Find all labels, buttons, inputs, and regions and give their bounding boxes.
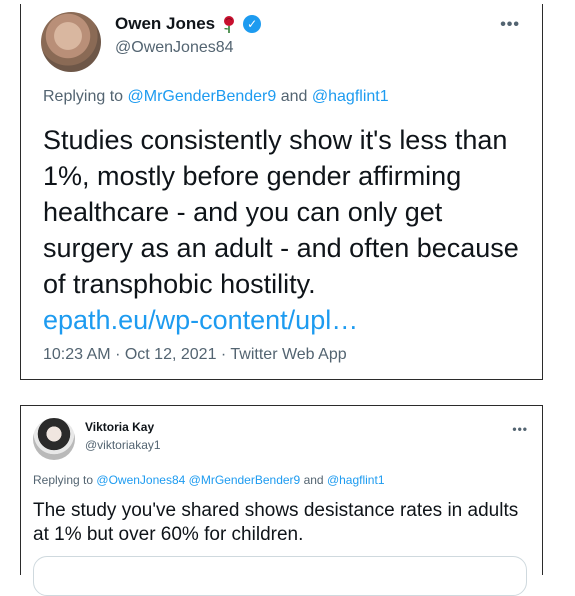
- tweet-link[interactable]: epath.eu/wp-content/upl…: [43, 302, 533, 338]
- reply-mention-link[interactable]: @MrGenderBender9: [189, 473, 301, 487]
- meta-separator: ·: [115, 346, 121, 363]
- tweet-body: Studies consistently show it's less than…: [43, 125, 519, 299]
- tweet-time[interactable]: 10:23 AM: [43, 346, 111, 363]
- tweet-card-owen[interactable]: Owen Jones ✓ @OwenJones84 ••• Replying t…: [20, 4, 543, 380]
- avatar[interactable]: [33, 418, 75, 460]
- reply-mention-link[interactable]: @OwenJones84: [96, 473, 185, 487]
- replying-to: Replying to @MrGenderBender9 and @hagfli…: [43, 88, 389, 106]
- author-row: Viktoria Kay: [85, 420, 154, 434]
- more-options-icon[interactable]: •••: [512, 422, 528, 436]
- author-name[interactable]: Owen Jones: [115, 14, 215, 34]
- quoted-link-card[interactable]: [33, 556, 527, 596]
- tweet-body: The study you've shared shows desistance…: [33, 500, 519, 545]
- replying-prefix: Replying to: [33, 473, 94, 487]
- tweet-source[interactable]: Twitter Web App: [230, 346, 346, 363]
- replying-prefix: Replying to: [43, 88, 124, 105]
- tweet-text: Studies consistently show it's less than…: [43, 122, 533, 338]
- rose-emoji-icon: [221, 15, 237, 33]
- author-name[interactable]: Viktoria Kay: [85, 420, 154, 434]
- more-options-icon[interactable]: •••: [500, 16, 520, 34]
- author-row: Owen Jones ✓: [115, 14, 262, 34]
- replying-and: and: [303, 473, 324, 487]
- author-handle[interactable]: @OwenJones84: [115, 39, 234, 57]
- reply-mention-link[interactable]: @hagflint1: [327, 473, 385, 487]
- verified-badge-icon: ✓: [243, 15, 262, 33]
- avatar[interactable]: [41, 12, 101, 72]
- replying-and: and: [280, 88, 308, 105]
- author-handle[interactable]: @viktoriakay1: [85, 438, 161, 452]
- tweet-card-viktoria[interactable]: Viktoria Kay @viktoriakay1 ••• Replying …: [20, 405, 543, 596]
- meta-separator: ·: [220, 346, 227, 363]
- tweet-meta: 10:23 AM · Oct 12, 2021 · Twitter Web Ap…: [43, 346, 347, 364]
- replying-to: Replying to @OwenJones84 @MrGenderBender…: [33, 473, 385, 487]
- tweet-date[interactable]: Oct 12, 2021: [125, 346, 217, 363]
- reply-mention-link[interactable]: @hagflint1: [312, 88, 389, 105]
- reply-mention-link[interactable]: @MrGenderBender9: [128, 88, 277, 105]
